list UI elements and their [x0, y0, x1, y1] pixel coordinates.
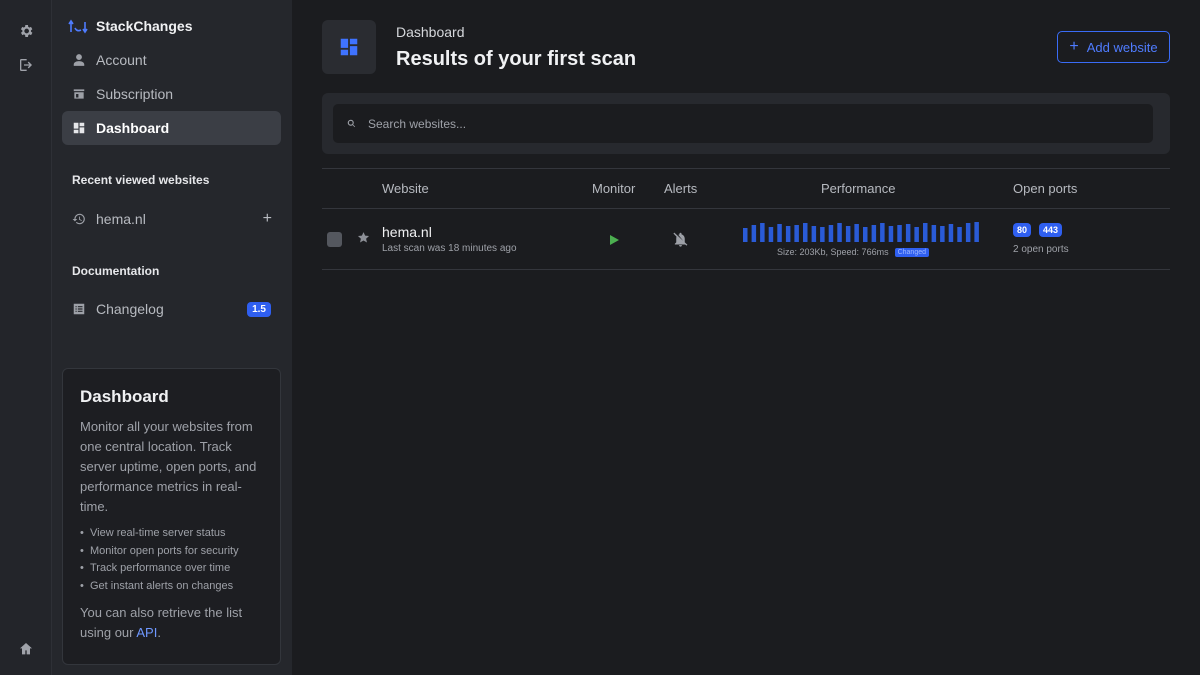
- performance-text: Size: 203Kb, Speed: 766ms: [777, 247, 889, 257]
- info-card-text: Monitor all your websites from one centr…: [80, 419, 257, 514]
- add-website-label: Add website: [1086, 39, 1158, 55]
- performance-bar: [880, 223, 885, 242]
- column-header-website[interactable]: Website: [382, 181, 429, 196]
- performance-bar: [923, 223, 928, 242]
- row-checkbox[interactable]: [327, 232, 342, 247]
- performance-bar: [948, 224, 954, 242]
- performance-bar: [965, 223, 971, 242]
- ports-summary: 2 open ports: [1013, 244, 1069, 255]
- performance-bar: [820, 227, 825, 242]
- performance-bar: [768, 227, 774, 242]
- last-scan-text: Last scan was 18 minutes ago: [382, 243, 517, 254]
- brand[interactable]: StackChanges: [68, 18, 192, 34]
- sidebar: StackChanges Account Subscription Dashbo…: [52, 0, 292, 675]
- column-header-performance[interactable]: Performance: [821, 181, 895, 196]
- breadcrumb[interactable]: Dashboard: [396, 24, 465, 40]
- api-link[interactable]: API: [136, 625, 157, 640]
- plus-icon: +: [1069, 38, 1079, 55]
- logout-icon[interactable]: [14, 53, 38, 77]
- performance-bar: [845, 226, 851, 242]
- info-card-title: Dashboard: [80, 387, 169, 406]
- sidebar-item-label: Account: [96, 52, 147, 68]
- brand-logo-icon: [68, 19, 88, 34]
- search-input[interactable]: [368, 116, 1128, 131]
- left-rail: [0, 0, 52, 675]
- list-item: Track performance over time: [80, 560, 263, 578]
- performance-bar: [828, 225, 834, 242]
- performance-chart: [743, 222, 979, 242]
- info-card-list: View real-time server status Monitor ope…: [80, 525, 263, 596]
- star-icon[interactable]: [357, 231, 371, 245]
- performance-meta: Size: 203Kb, Speed: 766ms Changed: [777, 247, 929, 257]
- store-icon: [73, 89, 85, 99]
- performance-bar: [957, 227, 962, 242]
- recent-websites-title: Recent viewed websites: [72, 173, 210, 187]
- performance-bar: [794, 225, 799, 242]
- performance-bar: [811, 226, 817, 242]
- performance-bar: [905, 224, 911, 242]
- performance-bar: [854, 224, 859, 242]
- info-card-footer-suffix: .: [157, 625, 161, 640]
- site-name[interactable]: hema.nl: [382, 224, 432, 240]
- sidebar-item-label: Changelog: [96, 301, 164, 317]
- sidebar-item-account[interactable]: Account: [62, 43, 281, 77]
- dashboard-icon: [73, 122, 85, 134]
- play-icon[interactable]: [608, 233, 620, 251]
- sidebar-item-label: Subscription: [96, 86, 174, 102]
- port-badge[interactable]: 80: [1013, 223, 1032, 237]
- bell-off-icon[interactable]: [672, 231, 689, 253]
- performance-bar: [940, 226, 945, 242]
- search-box[interactable]: [333, 104, 1153, 143]
- performance-bar: [837, 223, 842, 242]
- list-item: View real-time server status: [80, 525, 263, 543]
- changed-badge: Changed: [894, 247, 929, 257]
- performance-bar: [914, 227, 919, 242]
- dashboard-header-icon: [322, 20, 376, 74]
- sidebar-item-label: Dashboard: [96, 120, 170, 136]
- performance-bar: [803, 223, 808, 242]
- list-icon: [73, 303, 85, 315]
- version-badge: 1.5: [247, 301, 271, 317]
- sidebar-item-dashboard[interactable]: Dashboard: [62, 111, 281, 145]
- performance-bar: [743, 228, 748, 242]
- performance-bar: [897, 225, 902, 242]
- documentation-title: Documentation: [72, 264, 160, 278]
- add-recent-button[interactable]: +: [263, 210, 272, 228]
- sidebar-item-subscription[interactable]: Subscription: [62, 77, 281, 111]
- column-header-alerts[interactable]: Alerts: [664, 181, 697, 196]
- history-icon: [72, 213, 85, 225]
- list-item: Monitor open ports for security: [80, 543, 263, 561]
- brand-name: StackChanges: [96, 18, 193, 34]
- ports-list: 80 443: [1013, 223, 1063, 237]
- performance-bar: [777, 224, 782, 242]
- column-header-monitor[interactable]: Monitor: [592, 181, 635, 196]
- performance-bar: [751, 225, 757, 242]
- performance-bar: [888, 226, 894, 242]
- info-card-footer-text: You can also retrieve the list using our: [80, 605, 243, 640]
- recent-item-label: hema.nl: [96, 211, 146, 227]
- performance-bar: [974, 222, 979, 242]
- info-card-footer: You can also retrieve the list using our…: [80, 603, 263, 643]
- search-panel: [322, 93, 1170, 154]
- settings-icon[interactable]: [14, 19, 38, 43]
- port-badge[interactable]: 443: [1039, 223, 1063, 237]
- performance-bar: [931, 225, 937, 242]
- performance-bar: [760, 223, 765, 242]
- table-header: Website Monitor Alerts Performance Open …: [322, 168, 1170, 209]
- recent-item-hema[interactable]: hema.nl: [62, 202, 242, 236]
- home-icon[interactable]: [14, 637, 38, 661]
- performance-bar: [785, 226, 791, 242]
- table-row[interactable]: hema.nl Last scan was 18 minutes ago Siz…: [322, 209, 1170, 270]
- list-item: Get instant alerts on changes: [80, 578, 263, 596]
- page-title: Results of your first scan: [396, 48, 637, 70]
- add-website-button[interactable]: + Add website: [1057, 31, 1170, 63]
- user-icon: [73, 54, 85, 66]
- column-header-open-ports[interactable]: Open ports: [1013, 181, 1077, 196]
- sidebar-item-changelog[interactable]: Changelog 1.5: [62, 292, 281, 326]
- performance-bar: [871, 225, 877, 242]
- info-card: Dashboard Monitor all your websites from…: [62, 368, 281, 665]
- performance-bar: [863, 227, 868, 242]
- search-icon: [347, 119, 356, 128]
